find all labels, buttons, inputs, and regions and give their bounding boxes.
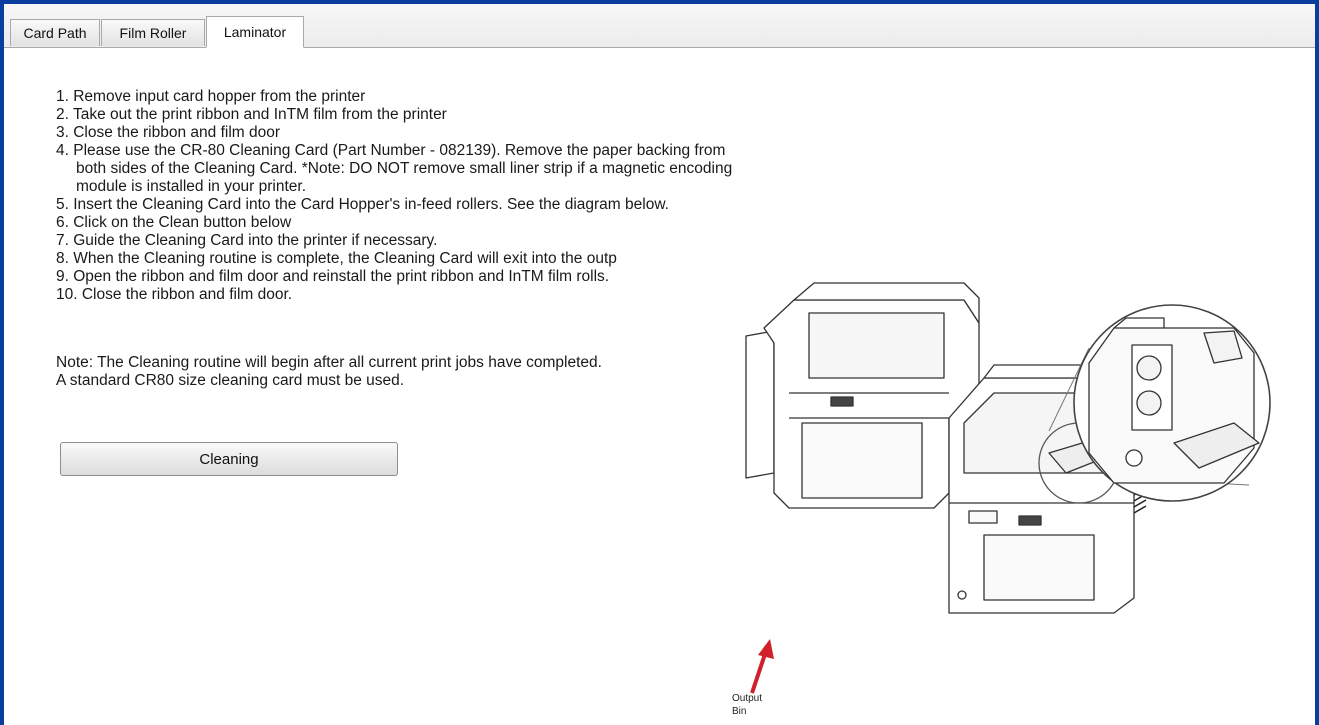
power-button-shape [957,590,967,600]
laminator-front-door [983,534,1095,601]
note-line: A standard CR80 size cleaning card must … [56,372,405,389]
instruction-step-continuation: both sides of the Cleaning Card. *Note: … [76,160,733,177]
printer-top-panel [808,312,945,379]
tab-film-roller[interactable]: Film Roller [101,19,205,46]
laminator-panel: 1. Remove input card hopper from the pri… [4,48,1315,725]
window-frame: Card Path Film Roller Laminator 1. Remov… [0,0,1319,725]
tab-laminator[interactable]: Laminator [206,16,304,48]
printer-front-door [801,422,923,499]
output-bin-arrow [750,639,774,694]
instruction-step: 8. When the Cleaning routine is complete… [56,250,617,267]
laminator-display [968,510,998,524]
instruction-step: 10. Close the ribbon and film door. [56,286,293,303]
cleaning-button[interactable]: Cleaning [60,442,398,476]
output-bin-caption: Bin [732,706,746,717]
cleaning-note: Note: The Cleaning routine will begin af… [56,354,602,390]
cleaning-instructions: 1. Remove input card hopper from the pri… [56,88,732,304]
instruction-step: 4. Please use the CR-80 Cleaning Card (P… [56,142,726,159]
tab-bar: Card Path Film Roller Laminator [4,4,1315,48]
laminator-logo-badge [1018,515,1042,526]
instruction-step: 1. Remove input card hopper from the pri… [56,88,366,105]
instruction-step: 5. Insert the Cleaning Card into the Car… [56,196,669,213]
instruction-step: 2. Take out the print ribbon and InTM fi… [56,106,447,123]
note-line: Note: The Cleaning routine will begin af… [56,354,602,371]
printer-logo-badge [830,396,854,407]
output-bin-shape [745,330,775,479]
instruction-step: 7. Guide the Cleaning Card into the prin… [56,232,438,249]
tab-card-path[interactable]: Card Path [10,19,100,46]
instruction-step-continuation: module is installed in your printer. [76,178,307,195]
output-bin-caption: Output [732,693,762,704]
instruction-step: 3. Close the ribbon and film door [56,124,281,141]
printer-cleaning-diagram: Output Bin [732,282,1271,717]
instruction-step: 6. Click on the Clean button below [56,214,292,231]
hopper-knob-shape [1125,449,1143,467]
instruction-step: 9. Open the ribbon and film door and rei… [56,268,610,285]
